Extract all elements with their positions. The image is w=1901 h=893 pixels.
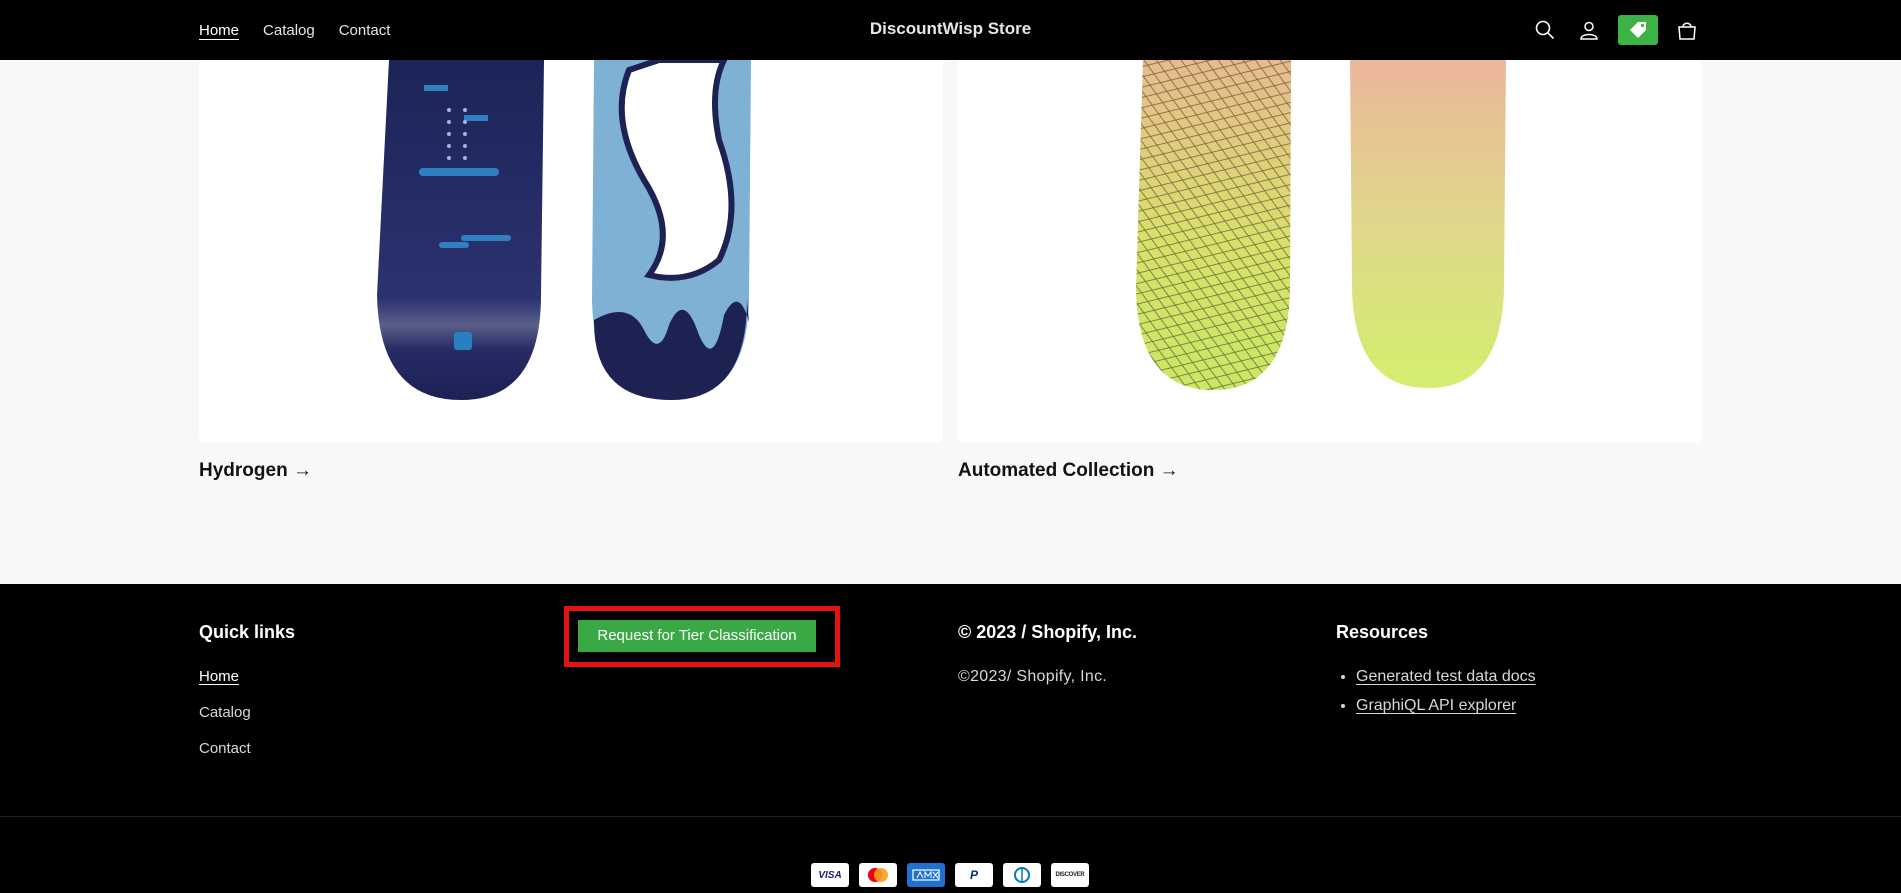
collection-list: Hydrogen → Automated Collection → <box>0 60 1901 584</box>
resource-link-test-data-docs[interactable]: Generated test data docs <box>1356 668 1536 685</box>
resources-list: Generated test data docs GraphiQL API ex… <box>1356 668 1536 726</box>
quick-links-heading: Quick links <box>199 622 296 642</box>
discount-tag-icon[interactable] <box>1618 15 1658 45</box>
collection-title-hydrogen[interactable]: Hydrogen → <box>199 460 312 482</box>
quick-links-list: Home Catalog Contact <box>199 668 251 776</box>
header-icons <box>1530 0 1702 60</box>
site-footer: Quick links Home Catalog Contact Request… <box>0 584 1901 893</box>
copyright-heading: © 2023 / Shopify, Inc. <box>958 622 1137 642</box>
search-icon[interactable] <box>1530 15 1560 45</box>
nav-home[interactable]: Home <box>199 22 239 39</box>
nav-contact[interactable]: Contact <box>339 22 391 39</box>
footer-link-catalog[interactable]: Catalog <box>199 704 251 721</box>
collection-title-automated[interactable]: Automated Collection → <box>958 460 1179 482</box>
visa-icon: VISA <box>811 863 849 887</box>
cart-icon[interactable] <box>1672 15 1702 45</box>
automated-collection-image[interactable] <box>958 60 1702 443</box>
diners-icon <box>1003 863 1041 887</box>
amex-icon <box>907 863 945 887</box>
nav-catalog[interactable]: Catalog <box>263 22 315 39</box>
hydrogen-collection-image[interactable] <box>199 60 943 443</box>
payment-icons: VISA P DISCOVER <box>811 863 1089 887</box>
paypal-icon: P <box>955 863 993 887</box>
mastercard-icon <box>859 863 897 887</box>
account-icon[interactable] <box>1574 15 1604 45</box>
main-nav: Home Catalog Contact <box>199 0 390 60</box>
footer-link-home[interactable]: Home <box>199 668 239 685</box>
resources-heading: Resources <box>1336 622 1429 642</box>
discover-icon: DISCOVER <box>1051 863 1089 887</box>
resource-link-graphiql[interactable]: GraphiQL API explorer <box>1356 697 1516 714</box>
store-name[interactable]: DiscountWisp Store <box>870 19 1031 38</box>
footer-link-contact[interactable]: Contact <box>199 740 251 757</box>
arrow-right-icon: → <box>292 460 312 481</box>
copyright-text: ©2023/ Shopify, Inc. <box>958 668 1108 685</box>
site-header: DiscountWisp Store Home Catalog Contact <box>0 0 1901 60</box>
request-tier-classification-button[interactable]: Request for Tier Classification <box>578 620 816 652</box>
footer-divider <box>0 816 1901 817</box>
arrow-right-icon: → <box>1159 460 1179 481</box>
